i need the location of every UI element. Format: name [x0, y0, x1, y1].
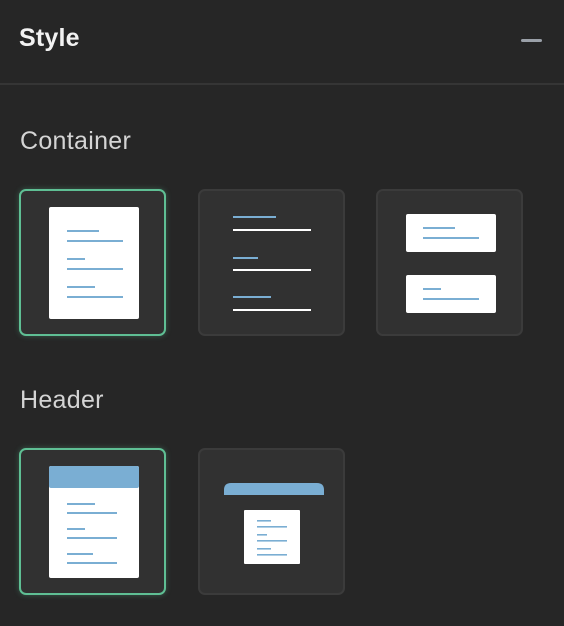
- container-option-card[interactable]: [19, 189, 166, 336]
- document-card-icon: [49, 207, 139, 319]
- header-option-detached[interactable]: [198, 448, 345, 595]
- style-panel: Style Container Header: [0, 0, 564, 626]
- header-option-attached[interactable]: [19, 448, 166, 595]
- plain-lines-icon: [233, 216, 311, 311]
- header-section-label: Header: [20, 386, 104, 414]
- collapse-button[interactable]: [515, 26, 549, 54]
- detached-header-icon: [224, 483, 324, 564]
- container-section-label: Container: [20, 127, 132, 155]
- container-option-plain[interactable]: [198, 189, 345, 336]
- container-option-split[interactable]: [376, 189, 523, 336]
- attached-header-icon: [49, 466, 139, 578]
- panel-header: Style: [0, 0, 564, 85]
- panel-title: Style: [19, 24, 80, 52]
- split-cards-icon: [406, 214, 496, 313]
- minus-icon: [521, 39, 542, 42]
